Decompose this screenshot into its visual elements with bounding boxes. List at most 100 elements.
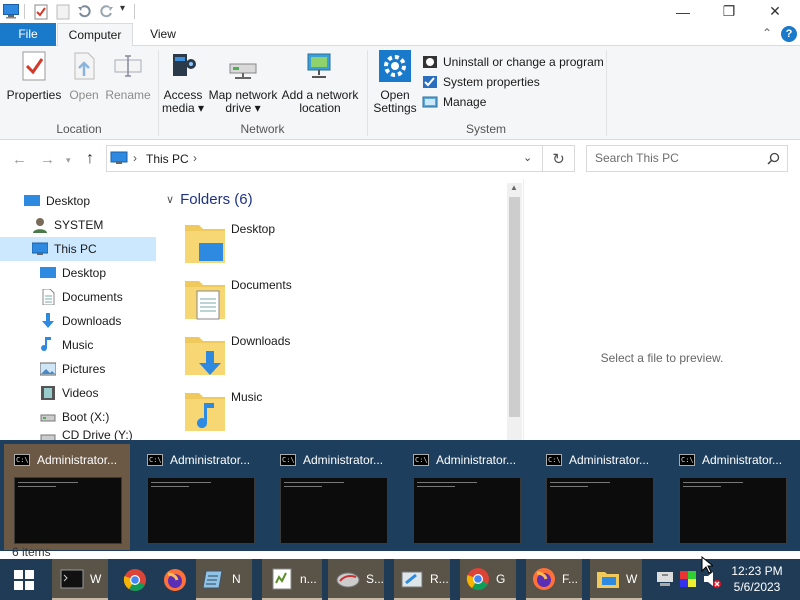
nav-item-label: Desktop [46, 194, 91, 208]
desktop-icon [40, 267, 56, 278]
scrollbar-thumb[interactable] [509, 197, 520, 417]
map-network-drive-button[interactable]: Map network drive ▾ [206, 50, 280, 115]
switcher-item-cmd-4[interactable]: C:\ Administrator... [403, 444, 529, 550]
vertical-scrollbar[interactable]: ▲ [507, 183, 522, 441]
nav-item-videos[interactable]: Videos [0, 381, 156, 405]
taskbar-item-chrome[interactable] [118, 559, 152, 600]
switcher-item-title: Administrator... [37, 453, 118, 467]
tab-view[interactable]: View [140, 23, 186, 46]
rename-button[interactable]: Rename [104, 50, 152, 102]
nav-item-pictures[interactable]: Pictures [0, 357, 156, 381]
window-thumbnail [147, 477, 255, 544]
preview-pane: Select a file to preview. [523, 179, 800, 441]
folder-desktop[interactable]: Desktop [183, 219, 483, 275]
taskbar-item-cmd[interactable]: W [52, 559, 108, 600]
properties-button[interactable]: Properties [4, 50, 64, 102]
folder-documents[interactable]: Documents [183, 275, 483, 331]
open-button[interactable]: Open [64, 50, 104, 102]
breadcrumb-separator: › [133, 151, 137, 165]
breadcrumb-separator[interactable]: › [193, 151, 197, 165]
folder-downloads[interactable]: Downloads [183, 331, 483, 387]
properties-quick-icon[interactable] [33, 4, 49, 20]
nav-item-desktop[interactable]: Desktop [0, 261, 156, 285]
taskbar-item-firefox[interactable] [158, 559, 192, 600]
taskbar-item-explorer[interactable]: W [590, 559, 642, 600]
chrome-icon [466, 567, 489, 590]
folders-group-header[interactable]: ∨ Folders (6) [166, 191, 253, 208]
system-properties-button[interactable]: System properties [422, 72, 604, 92]
nav-item-downloads[interactable]: Downloads [0, 309, 156, 333]
tab-file[interactable]: File [0, 23, 56, 46]
forward-arrow-icon[interactable]: → [40, 151, 55, 168]
new-folder-quick-icon[interactable] [55, 4, 71, 20]
folder-music[interactable]: Music [183, 387, 483, 443]
switcher-item-cmd-1[interactable]: C:\ Administrator... [4, 444, 130, 550]
scroll-up-icon[interactable]: ▲ [510, 183, 518, 192]
switcher-item-cmd-2[interactable]: C:\ Administrator... [137, 444, 263, 550]
search-input[interactable]: Search This PC [586, 145, 788, 172]
nav-item-documents[interactable]: Documents [0, 285, 156, 309]
close-button[interactable]: ✕ [752, 0, 798, 23]
system-properties-label: System properties [443, 75, 540, 89]
system-clock[interactable]: 12:23 PM 5/6/2023 [722, 563, 792, 595]
switcher-item-cmd-3[interactable]: C:\ Administrator... [270, 444, 396, 550]
properties-label: Properties [6, 88, 62, 102]
undo-icon[interactable] [76, 4, 92, 20]
taskbar-item-tool[interactable]: S... [328, 559, 384, 600]
redo-icon[interactable] [99, 4, 115, 20]
ribbon-tab-bar: File Computer View ⌃ ? [0, 23, 800, 47]
taskbar-item-notepad[interactable]: N [196, 559, 252, 600]
access-media-button[interactable]: Access media ▾ [160, 50, 206, 115]
open-icon [74, 52, 95, 80]
manage-button[interactable]: Manage [422, 92, 604, 112]
refresh-button[interactable]: ↻ [543, 145, 575, 172]
address-bar[interactable]: › This PC › ⌄ [106, 145, 543, 172]
nav-item-boot-drive[interactable]: Boot (X:) [0, 405, 156, 429]
manage-icon [422, 96, 438, 108]
network-location-icon [307, 53, 331, 78]
open-settings-button[interactable]: Open Settings [370, 50, 420, 115]
uninstall-program-button[interactable]: Uninstall or change a program [422, 52, 604, 72]
color-tray-icon[interactable] [680, 571, 696, 587]
up-arrow-icon[interactable]: ↑ [86, 150, 94, 168]
customize-toolbar-chevron-icon[interactable]: ▾ [120, 3, 125, 14]
breadcrumb-this-pc[interactable]: This PC [146, 152, 189, 166]
tab-computer[interactable]: Computer [57, 23, 133, 47]
recent-locations-chevron-icon[interactable]: ▾ [66, 155, 71, 166]
nav-item-system-user[interactable]: SYSTEM [0, 213, 156, 237]
settings-gear-icon [379, 50, 411, 82]
folder-label: Documents [231, 278, 292, 292]
access-media-icon [173, 54, 196, 76]
desktop-folder-icon [185, 225, 225, 263]
collapse-ribbon-icon[interactable]: ⌃ [762, 26, 772, 40]
nav-item-this-pc[interactable]: This PC [0, 237, 156, 261]
start-button[interactable] [0, 559, 48, 600]
folders-group-title: Folders (6) [180, 191, 253, 208]
taskbar-item-chrome-2[interactable]: G [460, 559, 516, 600]
editor-icon [272, 568, 292, 589]
nav-item-music[interactable]: Music [0, 333, 156, 357]
cmd-icon: C:\ [14, 454, 30, 466]
ribbon-separator [606, 50, 607, 136]
network-tray-icon[interactable] [656, 571, 674, 587]
notepad-icon [202, 570, 223, 588]
taskbar-item-editor[interactable]: n... [262, 559, 322, 600]
uninstall-label: Uninstall or change a program [443, 55, 604, 69]
address-history-chevron-icon[interactable]: ⌄ [523, 151, 532, 164]
drive-icon [40, 414, 56, 422]
window-thumbnail [546, 477, 654, 544]
back-arrow-icon[interactable]: ← [12, 151, 27, 168]
nav-item-desktop-root[interactable]: Desktop [0, 189, 156, 213]
taskbar-item-run[interactable]: R... [394, 559, 450, 600]
switcher-item-title: Administrator... [170, 453, 251, 467]
desktop-icon [24, 195, 40, 206]
nav-item-label: Downloads [62, 314, 122, 328]
help-icon[interactable]: ? [781, 26, 797, 42]
taskbar-item-firefox-2[interactable]: F... [526, 559, 582, 600]
switcher-item-cmd-6[interactable]: C:\ Administrator... [669, 444, 795, 550]
switcher-item-cmd-5[interactable]: C:\ Administrator... [536, 444, 662, 550]
add-network-location-button[interactable]: Add a network location [280, 50, 360, 115]
computer-icon[interactable] [3, 4, 19, 19]
maximize-button[interactable]: ❐ [706, 0, 752, 23]
minimize-button[interactable]: — [660, 0, 706, 23]
